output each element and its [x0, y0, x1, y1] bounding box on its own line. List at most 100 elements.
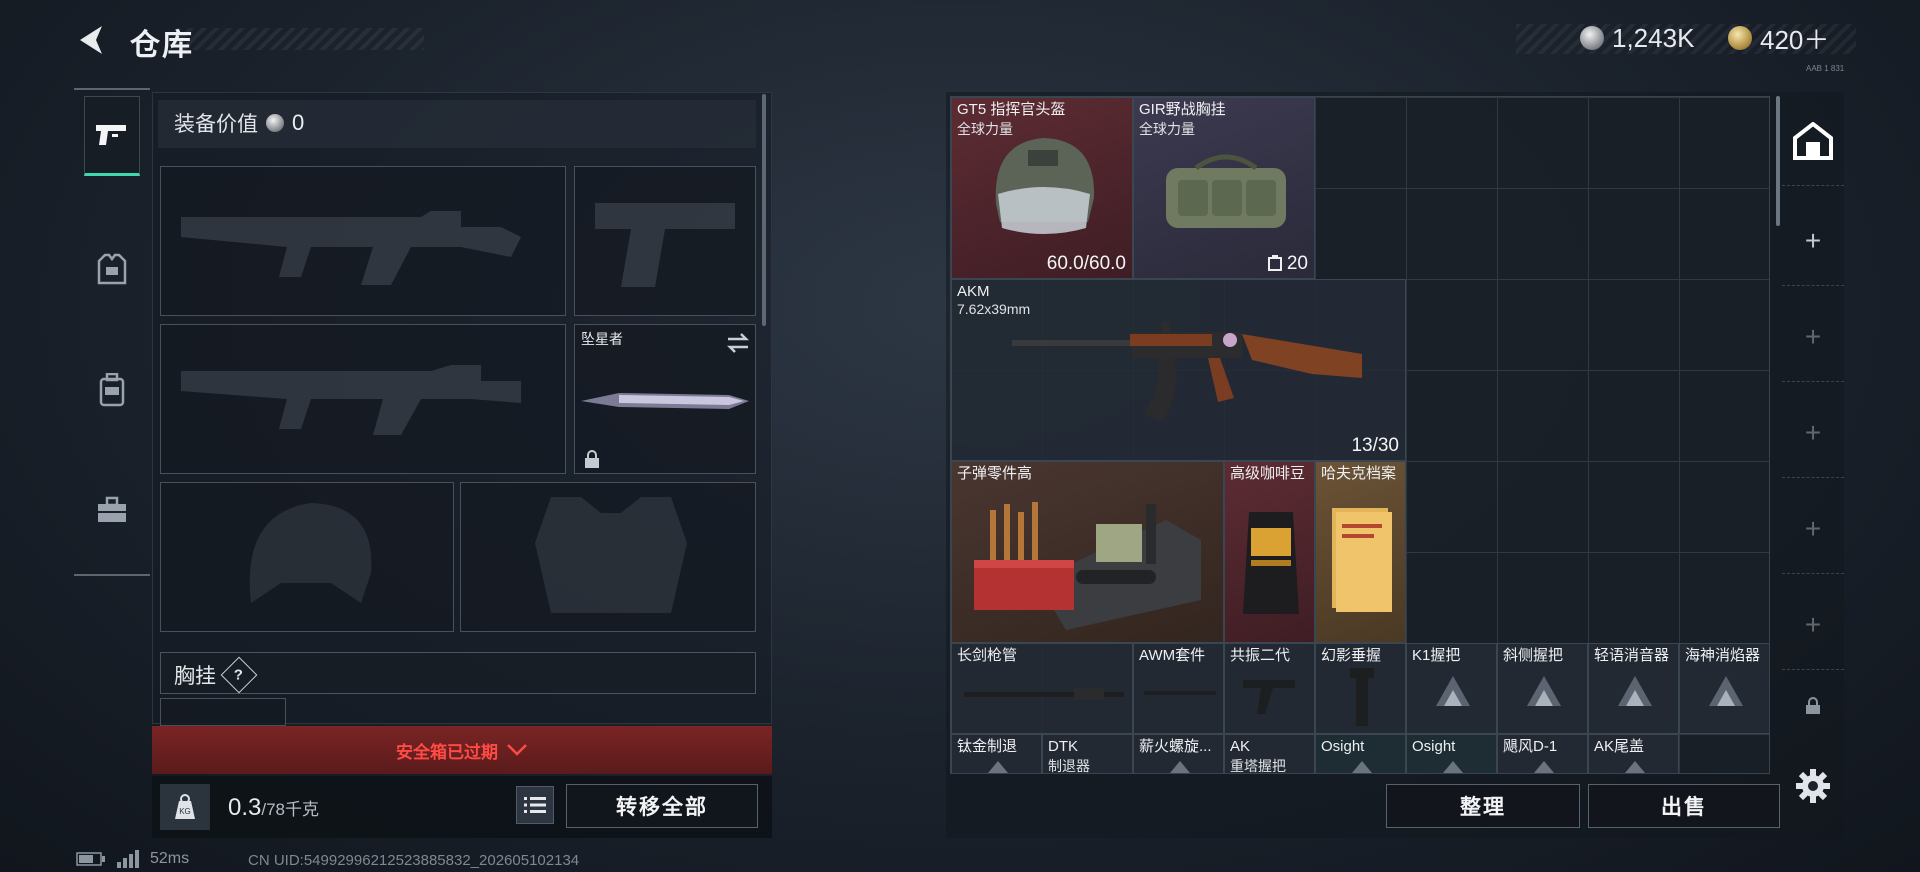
grid-item-coffee-beans[interactable]: 高级咖啡豆	[1224, 461, 1315, 643]
gold-coin-icon	[1728, 26, 1752, 50]
toolbox-icon	[98, 496, 126, 522]
grid-item-attachment[interactable]: 飓风D-1	[1497, 734, 1588, 773]
item-name: 海神消焰器	[1685, 647, 1761, 664]
help-icon[interactable]: ?	[220, 656, 258, 694]
grid-item-attachment[interactable]: 斜侧握把	[1497, 643, 1588, 734]
grid-item-attachment[interactable]: AK尾盖	[1588, 734, 1679, 773]
vertical-grip-icon	[1350, 668, 1374, 726]
grid-item-ammo-parts[interactable]: 子弹零件高	[951, 461, 1224, 643]
grid-item-attachment[interactable]: 轻语消音器	[1588, 643, 1679, 734]
chest-rig-slot[interactable]	[160, 698, 286, 726]
grid-item-attachment[interactable]: AK 重塔握把	[1224, 734, 1315, 774]
locked-stash-page[interactable]	[1782, 676, 1844, 736]
grid-item-attachment[interactable]: Osight	[1406, 734, 1497, 773]
grid-item-attachment[interactable]: AWM套件	[1133, 643, 1224, 734]
back-button[interactable]	[72, 20, 112, 60]
placeholder-triangle-icon	[1625, 761, 1645, 773]
grid-item-rifle[interactable]: AKM 7.62x39mm 13/30	[951, 279, 1406, 461]
transfer-all-button[interactable]: 转移全部	[566, 784, 758, 828]
vest-silhouette-icon	[535, 497, 687, 613]
item-name: 高级咖啡豆	[1230, 465, 1306, 482]
item-name: 飓风D-1	[1503, 738, 1558, 755]
item-name: 薪火螺旋...	[1139, 738, 1212, 755]
placeholder-triangle-icon	[1709, 676, 1743, 706]
equipment-scrollbar[interactable]	[762, 94, 766, 326]
currency-gold-value: 420＋	[1760, 24, 1830, 55]
capacity-icon	[1267, 255, 1282, 271]
chest-rig-label: 胸挂	[174, 665, 216, 688]
list-view-button[interactable]	[516, 786, 554, 824]
stash-scrollbar[interactable]	[1776, 96, 1780, 226]
item-subtitle: 全球力量	[957, 121, 1013, 137]
add-stash-page-button[interactable]: +	[1782, 196, 1844, 286]
silver-coin-icon	[1580, 26, 1604, 50]
add-stash-page-button[interactable]: +	[1782, 388, 1844, 478]
stash-home-tab[interactable]	[1782, 96, 1844, 186]
item-name: Osight	[1412, 738, 1456, 755]
swap-icon[interactable]	[725, 331, 751, 355]
lock-icon	[1806, 697, 1820, 714]
currency-silver[interactable]: 1,243K	[1580, 22, 1694, 54]
grid-item-attachment[interactable]: 薪火螺旋...	[1133, 734, 1224, 773]
equipment-value-row: 装备价值 0	[174, 108, 304, 138]
add-stash-page-button[interactable]: +	[1782, 484, 1844, 574]
add-stash-page-button[interactable]: +	[1782, 292, 1844, 382]
grid-item-attachment[interactable]: Osight	[1315, 734, 1406, 773]
sort-button[interactable]: 整理	[1386, 784, 1580, 828]
settings-button[interactable]	[1782, 746, 1844, 826]
helmet-slot[interactable]	[160, 482, 454, 632]
melee-slot[interactable]: 坠星者	[574, 324, 756, 474]
chevron-down-icon	[507, 744, 527, 756]
item-name: AWM套件	[1139, 647, 1206, 664]
svg-text:KG: KG	[179, 807, 191, 816]
grid-item-haavk-file[interactable]: 哈夫克档案	[1315, 461, 1406, 643]
rail-tab-toolbox[interactable]	[84, 470, 140, 550]
chest-rig-section-label: 胸挂 ?	[174, 656, 258, 694]
chest-rig-icon	[1166, 154, 1286, 228]
secondary-weapon-slot[interactable]	[160, 324, 566, 474]
warehouse-icon	[1793, 121, 1833, 160]
armor-slot[interactable]	[460, 482, 756, 632]
grid-item-helmet[interactable]: GT5 指挥官头盔 全球力量 60.0/60.0	[951, 97, 1133, 279]
primary-weapon-slot[interactable]	[160, 166, 566, 316]
page-title: 仓库	[130, 29, 194, 62]
plus-icon: +	[1804, 320, 1822, 352]
grid-item-attachment[interactable]: 海神消焰器	[1679, 643, 1769, 734]
item-subtitle: 全球力量	[1139, 121, 1195, 137]
rail-tab-weapons[interactable]	[84, 96, 140, 176]
sell-button[interactable]: 出售	[1588, 784, 1780, 828]
pistol-slot[interactable]	[574, 166, 756, 316]
rifle-silhouette-icon	[181, 211, 521, 285]
item-capacity-value: 20	[1286, 253, 1308, 274]
grid-item-chest-rig[interactable]: GIR野战胸挂 全球力量 20	[1133, 97, 1315, 279]
carry-weight-value: 0.3	[228, 794, 262, 821]
currency-silver-value: 1,243K	[1612, 22, 1695, 53]
add-stash-page-button[interactable]: +	[1782, 580, 1844, 670]
currency-gold[interactable]: 420＋	[1728, 22, 1830, 55]
grid-item-attachment[interactable]: 钛金制退	[951, 734, 1042, 773]
item-name: 子弹零件高	[957, 465, 1033, 482]
item-name: Osight	[1321, 738, 1365, 755]
rail-tab-armor[interactable]	[84, 230, 140, 310]
placeholder-triangle-icon	[1443, 761, 1463, 773]
plus-icon: +	[1804, 416, 1822, 448]
item-name: 轻语消音器	[1594, 647, 1670, 664]
item-subtitle: 7.62x39mm	[957, 301, 1031, 317]
rail-tab-backpack[interactable]	[84, 350, 140, 430]
grid-item-attachment[interactable]: DTK 制退器	[1042, 734, 1133, 774]
item-name: 长剑枪管	[957, 647, 1018, 664]
placeholder-triangle-icon	[1170, 761, 1190, 773]
grid-item-attachment[interactable]: 共振二代	[1224, 643, 1315, 734]
grid-item-attachment[interactable]: 幻影垂握	[1315, 643, 1406, 734]
kit-icon	[1144, 691, 1216, 695]
grid-item-attachment[interactable]: K1握把	[1406, 643, 1497, 734]
item-subtitle: 制退器	[1048, 758, 1090, 774]
item-subtitle: 重塔握把	[1230, 758, 1286, 774]
armor-vest-icon	[97, 253, 127, 285]
safe-box-expired-text: 安全箱已过期	[396, 742, 498, 762]
grid-item-attachment[interactable]: 长剑枪管	[951, 643, 1133, 734]
backpack-icon	[99, 373, 125, 407]
safe-box-expired-banner[interactable]: 安全箱已过期	[152, 726, 772, 774]
grip-icon	[1243, 680, 1295, 714]
barrel-icon	[964, 688, 1124, 700]
